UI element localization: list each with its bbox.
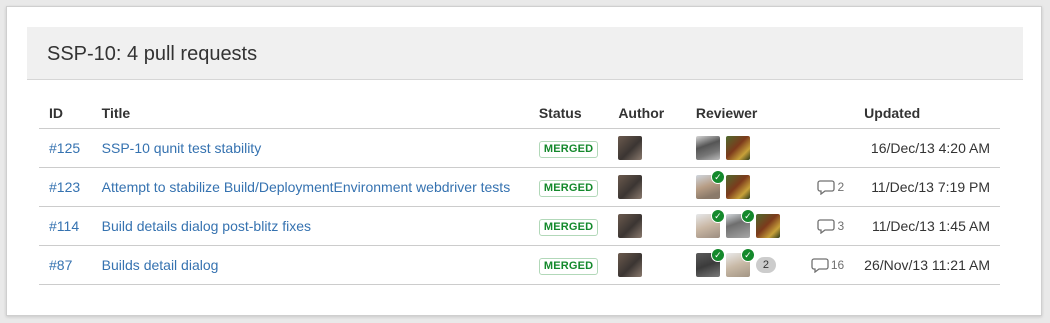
- pr-title-link[interactable]: Attempt to stabilize Build/DeploymentEnv…: [102, 179, 511, 195]
- updated-date: 26/Nov/13 11:21 AM: [854, 245, 1000, 285]
- check-icon: ✓: [740, 209, 755, 223]
- comment-bubble-icon: [817, 180, 836, 195]
- pr-title-link[interactable]: SSP-10 qunit test stability: [102, 140, 262, 156]
- check-icon: ✓: [710, 248, 725, 262]
- table-row: #125 SSP-10 qunit test stability MERGED …: [39, 128, 1000, 168]
- table-row: #87 Builds detail dialog MERGED ✓ ✓ 2 16 2…: [39, 245, 1000, 285]
- reviewer-avatar[interactable]: ✓: [695, 170, 725, 199]
- reviewer-avatar[interactable]: ✓: [695, 209, 725, 238]
- author-avatar[interactable]: [618, 253, 643, 277]
- check-icon: ✓: [710, 170, 725, 184]
- dialog-header: SSP-10: 4 pull requests: [27, 27, 1023, 80]
- more-reviewers-badge[interactable]: 2: [755, 257, 776, 273]
- comments-cell[interactable]: 2: [800, 167, 855, 207]
- reviewer-avatar[interactable]: ✓: [695, 248, 725, 277]
- pr-id-link[interactable]: #123: [49, 179, 80, 195]
- column-header-comments: [800, 98, 855, 129]
- table-row: #114 Build details dialog post-blitz fix…: [39, 206, 1000, 246]
- pr-id-link[interactable]: #125: [49, 140, 80, 156]
- status-badge: MERGED: [538, 179, 599, 197]
- pr-title-link[interactable]: Builds detail dialog: [102, 257, 219, 273]
- status-badge: MERGED: [538, 257, 599, 275]
- reviewer-avatar[interactable]: ✓: [725, 209, 755, 238]
- status-badge: MERGED: [538, 218, 599, 236]
- comment-bubble-icon: [817, 219, 836, 234]
- pr-id-link[interactable]: #87: [49, 257, 72, 273]
- comment-count: 2: [837, 180, 845, 194]
- updated-date: 11/Dec/13 7:19 PM: [854, 167, 1000, 207]
- comment-bubble-icon: [811, 258, 829, 273]
- reviewer-avatar[interactable]: [725, 175, 750, 199]
- dialog-title: SSP-10: 4 pull requests: [47, 43, 258, 65]
- column-header-id: ID: [39, 98, 92, 129]
- table-row: #123 Attempt to stabilize Build/Deployme…: [39, 167, 1000, 207]
- updated-date: 11/Dec/13 1:45 AM: [854, 206, 1000, 246]
- author-avatar[interactable]: [618, 214, 643, 238]
- column-header-reviewer: Reviewer: [685, 98, 801, 129]
- status-badge: MERGED: [538, 140, 599, 158]
- column-header-author: Author: [608, 98, 686, 129]
- check-icon: ✓: [710, 209, 725, 223]
- comments-cell: [800, 128, 855, 168]
- reviewer-avatar[interactable]: [695, 136, 720, 160]
- comments-cell[interactable]: 3: [800, 206, 855, 246]
- pr-title-link[interactable]: Build details dialog post-blitz fixes: [102, 218, 311, 234]
- reviewer-avatar[interactable]: [725, 136, 750, 160]
- column-header-updated: Updated: [854, 98, 1000, 129]
- column-header-status: Status: [528, 98, 609, 129]
- comment-count: 16: [830, 258, 845, 272]
- pr-id-link[interactable]: #114: [49, 218, 79, 234]
- updated-date: 16/Dec/13 4:20 AM: [854, 128, 1000, 168]
- check-icon: ✓: [740, 248, 755, 262]
- author-avatar[interactable]: [618, 175, 643, 199]
- reviewer-avatar[interactable]: [755, 214, 780, 238]
- comment-count: 3: [837, 219, 845, 233]
- comments-cell[interactable]: 16: [800, 245, 855, 285]
- column-header-title: Title: [91, 98, 529, 129]
- pull-requests-table: ID Title Status Author Reviewer Updated …: [39, 98, 1000, 285]
- reviewer-avatar[interactable]: ✓: [725, 248, 755, 277]
- table-header-row: ID Title Status Author Reviewer Updated: [39, 98, 1000, 129]
- author-avatar[interactable]: [618, 136, 643, 160]
